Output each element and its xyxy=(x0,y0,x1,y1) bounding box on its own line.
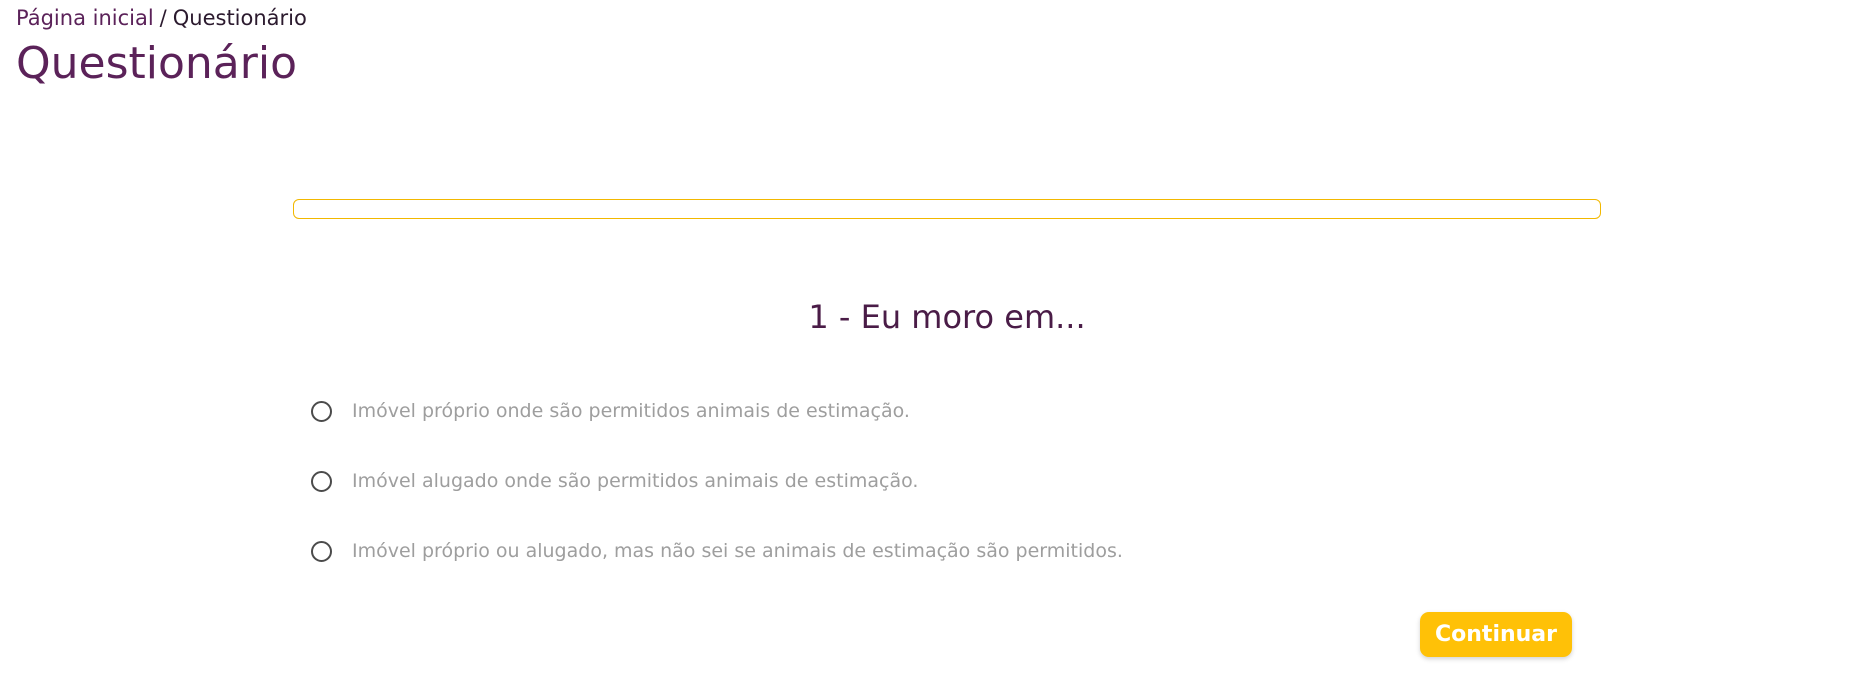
answer-options: Imóvel próprio onde são permitidos anima… xyxy=(311,395,1123,605)
breadcrumb: Página inicial / Questionário xyxy=(16,6,307,30)
radio-button[interactable] xyxy=(311,470,332,492)
answer-option-label: Imóvel próprio ou alugado, mas não sei s… xyxy=(352,540,1123,562)
answer-option-label: Imóvel próprio onde são permitidos anima… xyxy=(352,400,910,422)
continue-button[interactable]: Continuar xyxy=(1420,612,1572,657)
answer-option[interactable]: Imóvel alugado onde são permitidos anima… xyxy=(311,465,1123,497)
breadcrumb-current: Questionário xyxy=(172,6,307,30)
question-title: 1 - Eu moro em... xyxy=(808,298,1086,336)
radio-button[interactable] xyxy=(311,400,332,422)
answer-option-label: Imóvel alugado onde são permitidos anima… xyxy=(352,470,919,492)
answer-option[interactable]: Imóvel próprio onde são permitidos anima… xyxy=(311,395,1123,427)
page-title: Questionário xyxy=(16,38,297,89)
radio-button[interactable] xyxy=(311,540,332,562)
answer-option[interactable]: Imóvel próprio ou alugado, mas não sei s… xyxy=(311,535,1123,567)
breadcrumb-separator: / xyxy=(159,6,167,30)
breadcrumb-home-link[interactable]: Página inicial xyxy=(16,6,154,30)
progress-bar xyxy=(293,199,1601,219)
